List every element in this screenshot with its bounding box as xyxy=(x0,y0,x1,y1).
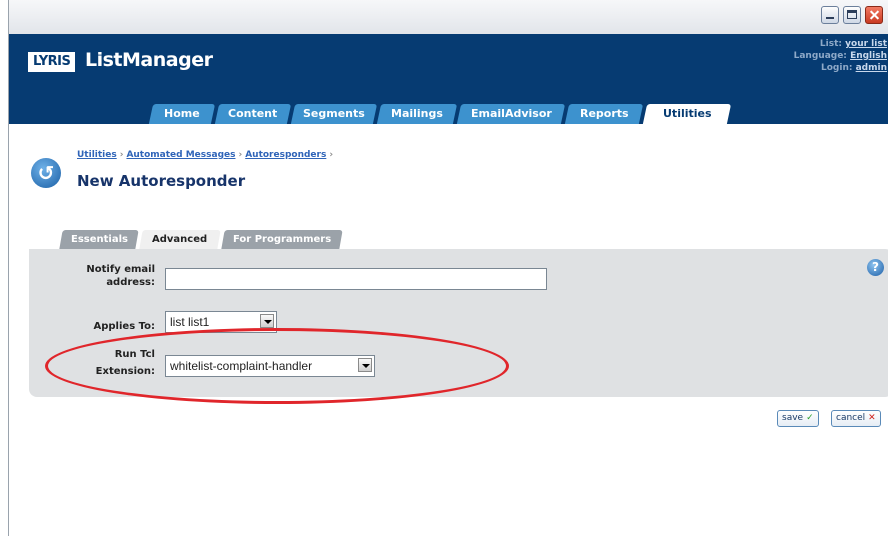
window-titlebar xyxy=(9,0,888,35)
tab-emailadvisor[interactable]: EmailAdvisor xyxy=(456,104,566,124)
tab-segments[interactable]: Segments xyxy=(290,104,378,124)
lyris-logo: LYRIS xyxy=(28,52,76,72)
help-icon[interactable]: ? xyxy=(867,259,884,276)
cancel-button[interactable]: cancel ✕ xyxy=(831,410,881,427)
tab-advanced[interactable]: Advanced xyxy=(139,230,221,249)
maximize-icon[interactable] xyxy=(843,6,861,24)
list-label: List: xyxy=(819,39,842,49)
list-link[interactable]: your list xyxy=(845,39,887,49)
back-arrow-icon[interactable] xyxy=(31,158,61,188)
save-button[interactable]: save ✓ xyxy=(777,410,819,427)
highlight-annotation xyxy=(45,328,509,404)
breadcrumb-automated-messages[interactable]: Automated Messages xyxy=(126,150,235,160)
login-label: Login: xyxy=(821,63,853,73)
tab-content[interactable]: Content xyxy=(214,104,292,124)
tab-utilities[interactable]: Utilities xyxy=(642,104,732,124)
tab-reports[interactable]: Reports xyxy=(564,104,644,124)
session-info: List: your list Language: English Login:… xyxy=(794,38,887,74)
minimize-icon[interactable] xyxy=(821,6,839,24)
checkmark-icon: ✓ xyxy=(806,413,814,423)
language-label: Language: xyxy=(793,51,847,61)
browser-window: LYRIS ListManager List: your list Langua… xyxy=(8,0,888,536)
chevron-down-icon[interactable] xyxy=(260,314,274,328)
cancel-x-icon: ✕ xyxy=(868,413,876,423)
tab-for-programmers[interactable]: For Programmers xyxy=(221,230,343,249)
tab-essentials[interactable]: Essentials xyxy=(59,230,139,249)
breadcrumb-autoresponders[interactable]: Autoresponders xyxy=(245,150,326,160)
language-link[interactable]: English xyxy=(850,51,887,61)
notify-email-label: Notify email address: xyxy=(86,264,155,288)
tab-home[interactable]: Home xyxy=(148,104,216,124)
app-header: LYRIS ListManager List: your list Langua… xyxy=(9,34,888,124)
close-icon[interactable] xyxy=(865,6,883,24)
applies-to-label: Applies To: xyxy=(93,321,156,332)
notify-email-field[interactable] xyxy=(165,268,547,290)
breadcrumb: Utilities › Automated Messages › Autorespond… xyxy=(77,150,334,160)
applies-to-value: list list1 xyxy=(170,315,210,329)
tab-mailings[interactable]: Mailings xyxy=(376,104,458,124)
breadcrumb-utilities[interactable]: Utilities xyxy=(77,150,117,160)
login-link[interactable]: admin xyxy=(856,63,887,73)
page-title: New Autoresponder xyxy=(77,172,246,190)
app-title: ListManager xyxy=(85,49,213,71)
